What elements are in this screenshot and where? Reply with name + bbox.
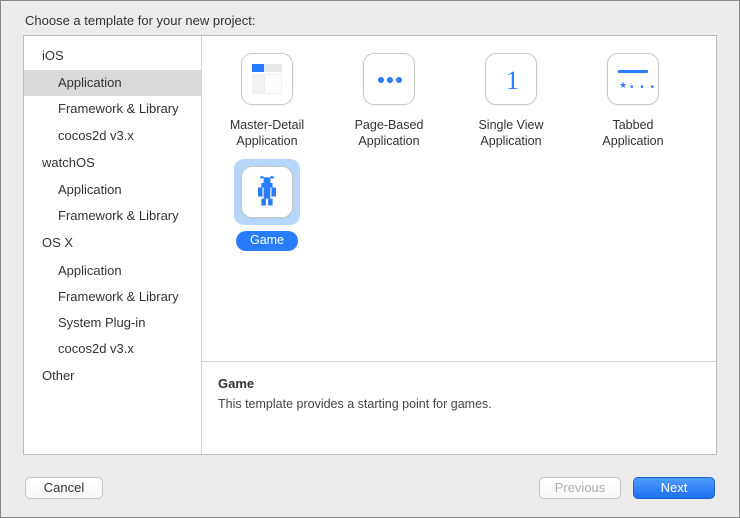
template-label: Game — [236, 231, 298, 251]
template-label: Master-Detail Application — [206, 118, 328, 149]
sidebar-item-watchos-framework[interactable]: Framework & Library — [24, 203, 201, 229]
sidebar-item-watchos-application[interactable]: Application — [24, 177, 201, 203]
page-title: Choose a template for your new project: — [25, 13, 256, 28]
page-based-icon — [356, 46, 422, 112]
detail-title: Game — [218, 376, 700, 391]
sidebar: iOS Application Framework & Library coco… — [24, 36, 202, 454]
detail-pane: Game This template provides a starting p… — [202, 361, 716, 454]
game-icon — [234, 159, 300, 225]
sidebar-group-other[interactable]: Other — [24, 362, 201, 390]
previous-button: Previous — [539, 477, 621, 499]
tabbed-icon: ★ • • • — [600, 46, 666, 112]
template-label: Single View Application — [450, 118, 572, 149]
sidebar-item-osx-cocos2d[interactable]: cocos2d v3.x — [24, 336, 201, 362]
sidebar-item-ios-framework[interactable]: Framework & Library — [24, 96, 201, 122]
sidebar-group-watchos[interactable]: watchOS — [24, 149, 201, 177]
sidebar-item-osx-application[interactable]: Application — [24, 258, 201, 284]
main-panel: iOS Application Framework & Library coco… — [23, 35, 717, 455]
template-game[interactable]: Game — [206, 159, 328, 251]
sidebar-item-ios-cocos2d[interactable]: cocos2d v3.x — [24, 123, 201, 149]
template-label: Tabbed Application — [572, 118, 694, 149]
cancel-button[interactable]: Cancel — [25, 477, 103, 499]
master-detail-icon — [234, 46, 300, 112]
sidebar-item-osx-framework[interactable]: Framework & Library — [24, 284, 201, 310]
sidebar-item-osx-plugin[interactable]: System Plug-in — [24, 310, 201, 336]
next-button[interactable]: Next — [633, 477, 715, 499]
sidebar-group-ios[interactable]: iOS — [24, 42, 201, 70]
single-view-icon: 1 — [478, 46, 544, 112]
template-grid: Master-Detail Application Page-Based App… — [202, 36, 716, 361]
content-column: Master-Detail Application Page-Based App… — [202, 36, 716, 454]
template-label: Page-Based Application — [328, 118, 450, 149]
footer: Cancel Previous Next — [1, 465, 739, 517]
template-master-detail[interactable]: Master-Detail Application — [206, 46, 328, 149]
detail-description: This template provides a starting point … — [218, 397, 700, 411]
template-tabbed[interactable]: ★ • • • Tabbed Application — [572, 46, 694, 149]
template-page-based[interactable]: Page-Based Application — [328, 46, 450, 149]
template-single-view[interactable]: 1 Single View Application — [450, 46, 572, 149]
sidebar-group-osx[interactable]: OS X — [24, 229, 201, 257]
sidebar-item-ios-application[interactable]: Application — [24, 70, 201, 96]
